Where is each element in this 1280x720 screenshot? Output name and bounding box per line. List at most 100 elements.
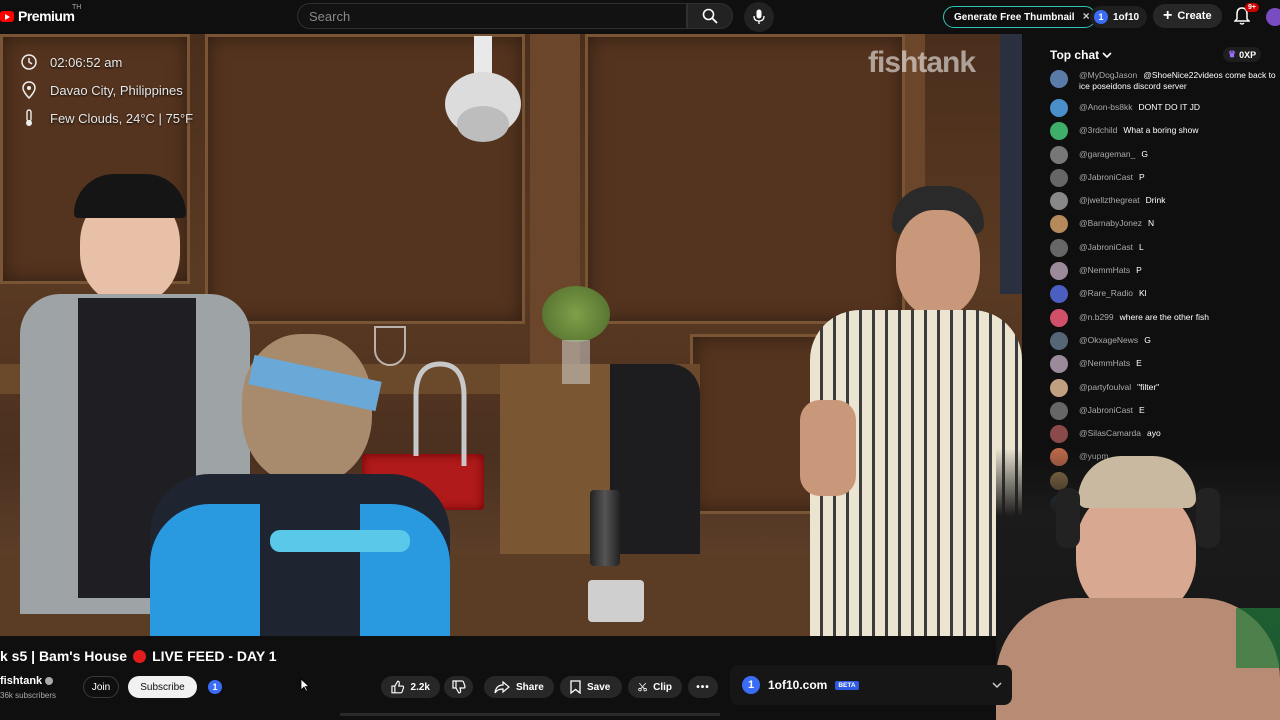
- subscribe-button[interactable]: Subscribe: [128, 676, 197, 698]
- chat-avatar[interactable]: [1050, 215, 1068, 234]
- create-button[interactable]: + Create: [1153, 4, 1222, 28]
- logo-text: Premium: [18, 8, 75, 24]
- oneof10-extension-button[interactable]: 1 1of10: [1090, 6, 1148, 28]
- search-input[interactable]: [297, 3, 687, 29]
- promo-text: 1of10.com: [768, 678, 828, 692]
- chat-avatar[interactable]: [1050, 70, 1068, 88]
- chat-avatar[interactable]: [1050, 238, 1068, 257]
- more-horizontal-icon: •••: [696, 681, 710, 693]
- more-actions-button[interactable]: •••: [688, 676, 718, 698]
- chat-avatar[interactable]: [1050, 145, 1068, 164]
- chat-author[interactable]: @Rare_Radio: [1079, 288, 1133, 298]
- chat-message[interactable]: @MyDogJason @ShoeNice22videos come back t…: [1035, 70, 1280, 99]
- chat-message[interactable]: @JabroniCast L: [1035, 238, 1280, 262]
- chat-message[interactable]: @SilasCamarda ayo: [1035, 425, 1280, 448]
- like-count: 2.2k: [410, 681, 430, 693]
- chat-mode-label: Top chat: [1050, 48, 1100, 62]
- chat-author[interactable]: @BarnabyJonez: [1079, 218, 1142, 228]
- chat-message[interactable]: @Rare_Radio Kl: [1035, 285, 1280, 308]
- voice-search-button[interactable]: [744, 2, 774, 32]
- channel-name[interactable]: fishtank: [0, 675, 54, 687]
- chat-message[interactable]: @jwellzthegreat Drink: [1035, 192, 1280, 215]
- chat-author[interactable]: @jwellzthegreat: [1079, 195, 1140, 205]
- chat-author[interactable]: @n.b299: [1079, 312, 1114, 322]
- chat-message-body: @JabroniCast E: [1079, 402, 1145, 416]
- chevron-down-icon[interactable]: [992, 681, 1002, 689]
- chat-message[interactable]: @NemmHats E: [1035, 355, 1280, 378]
- chat-author[interactable]: @3rdchild: [1079, 125, 1117, 135]
- xp-badge[interactable]: ♛ 0XP: [1223, 47, 1262, 62]
- chat-message[interactable]: @JabroniCast P: [1035, 168, 1280, 192]
- chat-avatar[interactable]: [1050, 425, 1068, 444]
- chat-avatar[interactable]: [1050, 401, 1068, 420]
- xp-value: 0XP: [1239, 49, 1257, 60]
- chat-avatar[interactable]: [1050, 99, 1068, 117]
- chat-message-body: @partyfoulval "filter": [1079, 379, 1159, 393]
- oneof10-promo-banner[interactable]: 1 1of10.com BETA: [730, 665, 1012, 705]
- streamer-webcam-overlay: [996, 448, 1280, 720]
- save-button[interactable]: Save: [560, 676, 622, 698]
- clock-icon: [20, 54, 38, 70]
- like-button[interactable]: 2.2k: [381, 676, 440, 698]
- share-button[interactable]: Share: [484, 676, 554, 698]
- chat-author[interactable]: @partyfoulval: [1079, 382, 1131, 392]
- chat-author[interactable]: @JabroniCast: [1079, 172, 1133, 182]
- chat-message-body: @MyDogJason @ShoeNice22videos come back t…: [1079, 70, 1280, 92]
- chat-message[interactable]: @JabroniCast E: [1035, 401, 1280, 425]
- chat-message[interactable]: @OkxageNews G: [1035, 331, 1280, 355]
- chat-avatar[interactable]: [1050, 122, 1068, 141]
- generate-thumbnail-label: Generate Free Thumbnail: [954, 11, 1075, 23]
- chat-text: DONT DO IT JD: [1138, 102, 1201, 112]
- chat-message-body: @jwellzthegreat Drink: [1079, 192, 1165, 206]
- chat-text: What a boring show: [1123, 125, 1199, 136]
- chat-message[interactable]: @BarnabyJonez N: [1035, 215, 1280, 238]
- chat-message[interactable]: @partyfoulval "filter": [1035, 378, 1280, 402]
- chat-avatar[interactable]: [1050, 168, 1068, 187]
- chat-text: N: [1147, 218, 1155, 229]
- oneof10-channel-badge-icon[interactable]: 1: [208, 680, 222, 694]
- chat-author[interactable]: @NemmHats: [1079, 358, 1130, 368]
- chat-avatar[interactable]: [1050, 355, 1068, 374]
- chat-avatar[interactable]: [1050, 192, 1068, 211]
- create-label: Create: [1177, 10, 1212, 22]
- fishtank-watermark: fishtank: [868, 46, 976, 79]
- video-title: k s5 | Bam's House LIVE FEED - DAY 1: [0, 648, 277, 664]
- chat-message-body: @JabroniCast P: [1079, 169, 1145, 183]
- chat-author[interactable]: @garageman_: [1079, 149, 1135, 159]
- oneof10-logo-icon: 1: [1094, 10, 1108, 24]
- chat-author[interactable]: @Anon-bs8kk: [1079, 102, 1133, 112]
- close-icon[interactable]: ×: [1083, 9, 1090, 23]
- chat-avatar[interactable]: [1050, 378, 1068, 397]
- video-player[interactable]: 02:06:52 am Davao City, Philippines Few …: [0, 34, 1022, 636]
- chat-message[interactable]: @NemmHats P: [1035, 262, 1280, 285]
- generate-thumbnail-button[interactable]: Generate Free Thumbnail ×: [943, 6, 1096, 28]
- chat-author[interactable]: @MyDogJason: [1079, 70, 1137, 80]
- chat-avatar[interactable]: [1050, 285, 1068, 304]
- youtube-premium-logo[interactable]: Premium TH: [0, 4, 81, 24]
- chat-message[interactable]: @Anon-bs8kk DONT DO IT JD: [1035, 99, 1280, 122]
- chat-message-body: @OkxageNews G: [1079, 332, 1151, 346]
- chat-author[interactable]: @SilasCamarda: [1079, 428, 1141, 438]
- chat-author[interactable]: @JabroniCast: [1079, 405, 1133, 415]
- account-avatar[interactable]: [1266, 8, 1280, 26]
- search-button[interactable]: [687, 3, 733, 29]
- clip-button[interactable]: Clip: [628, 676, 682, 698]
- chat-message[interactable]: @n.b299 where are the other fish: [1035, 308, 1280, 332]
- person-center: [150, 324, 450, 636]
- chat-author[interactable]: @JabroniCast: [1079, 242, 1133, 252]
- chat-message-body: @Anon-bs8kk DONT DO IT JD: [1079, 99, 1200, 113]
- chat-message[interactable]: @3rdchild What a boring show: [1035, 122, 1280, 145]
- chat-text: E: [1138, 404, 1145, 415]
- stream-weather: Few Clouds, 24°C | 75°F: [50, 110, 194, 126]
- chat-avatar[interactable]: [1050, 331, 1068, 350]
- thumbs-down-icon: [451, 680, 466, 694]
- chat-author[interactable]: @OkxageNews: [1079, 335, 1138, 345]
- chat-author[interactable]: @NemmHats: [1079, 265, 1130, 275]
- join-button[interactable]: Join: [83, 676, 119, 698]
- video-title-prefix: k s5 | Bam's House: [0, 648, 128, 664]
- dislike-button[interactable]: [444, 676, 473, 698]
- chat-message[interactable]: @garageman_ G: [1035, 145, 1280, 169]
- chat-message-body: @3rdchild What a boring show: [1079, 122, 1199, 136]
- chat-avatar[interactable]: [1050, 308, 1068, 327]
- chat-avatar[interactable]: [1050, 262, 1068, 281]
